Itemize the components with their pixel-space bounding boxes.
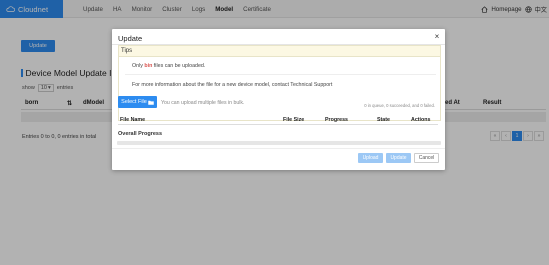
bulk-upload-hint: You can upload multiple files in bulk.: [161, 100, 245, 106]
tip-support: For more information about the file for …: [132, 82, 333, 88]
column-header-file-size: File Size: [283, 117, 305, 123]
column-header-actions: Actions: [411, 117, 431, 123]
select-file-button[interactable]: Select File: [118, 96, 157, 108]
column-header-file-name: File Name: [120, 117, 146, 123]
close-icon[interactable]: ×: [433, 32, 441, 41]
folder-icon: [148, 100, 154, 105]
tips-panel: Tips Only bin files can be uploaded. For…: [118, 45, 441, 121]
overall-progress-label: Overall Progress: [118, 131, 163, 137]
update-dialog: Update × Tips Only bin files can be uplo…: [112, 29, 445, 170]
tip-file-type: Only bin files can be uploaded.: [132, 63, 205, 69]
column-header-state: State: [377, 117, 390, 123]
tip-text: Only: [132, 63, 145, 69]
tips-title: Tips: [119, 46, 440, 57]
file-table-header: File Name File Size Progress State Actio…: [118, 115, 438, 125]
select-file-label: Select File: [121, 99, 147, 105]
divider: [125, 74, 436, 75]
cancel-button[interactable]: Cancel: [414, 153, 439, 163]
tip-text: files can be uploaded.: [152, 63, 206, 69]
update-button-modal[interactable]: Update: [386, 153, 411, 163]
dialog-title: Update: [118, 34, 143, 43]
column-header-progress: Progress: [325, 117, 348, 123]
divider: [112, 148, 445, 149]
queue-status: 0 in queue, 0 succeeded, and 0 failed.: [364, 103, 435, 108]
upload-button[interactable]: Upload: [358, 153, 383, 163]
overall-progress-bar: [117, 141, 441, 145]
